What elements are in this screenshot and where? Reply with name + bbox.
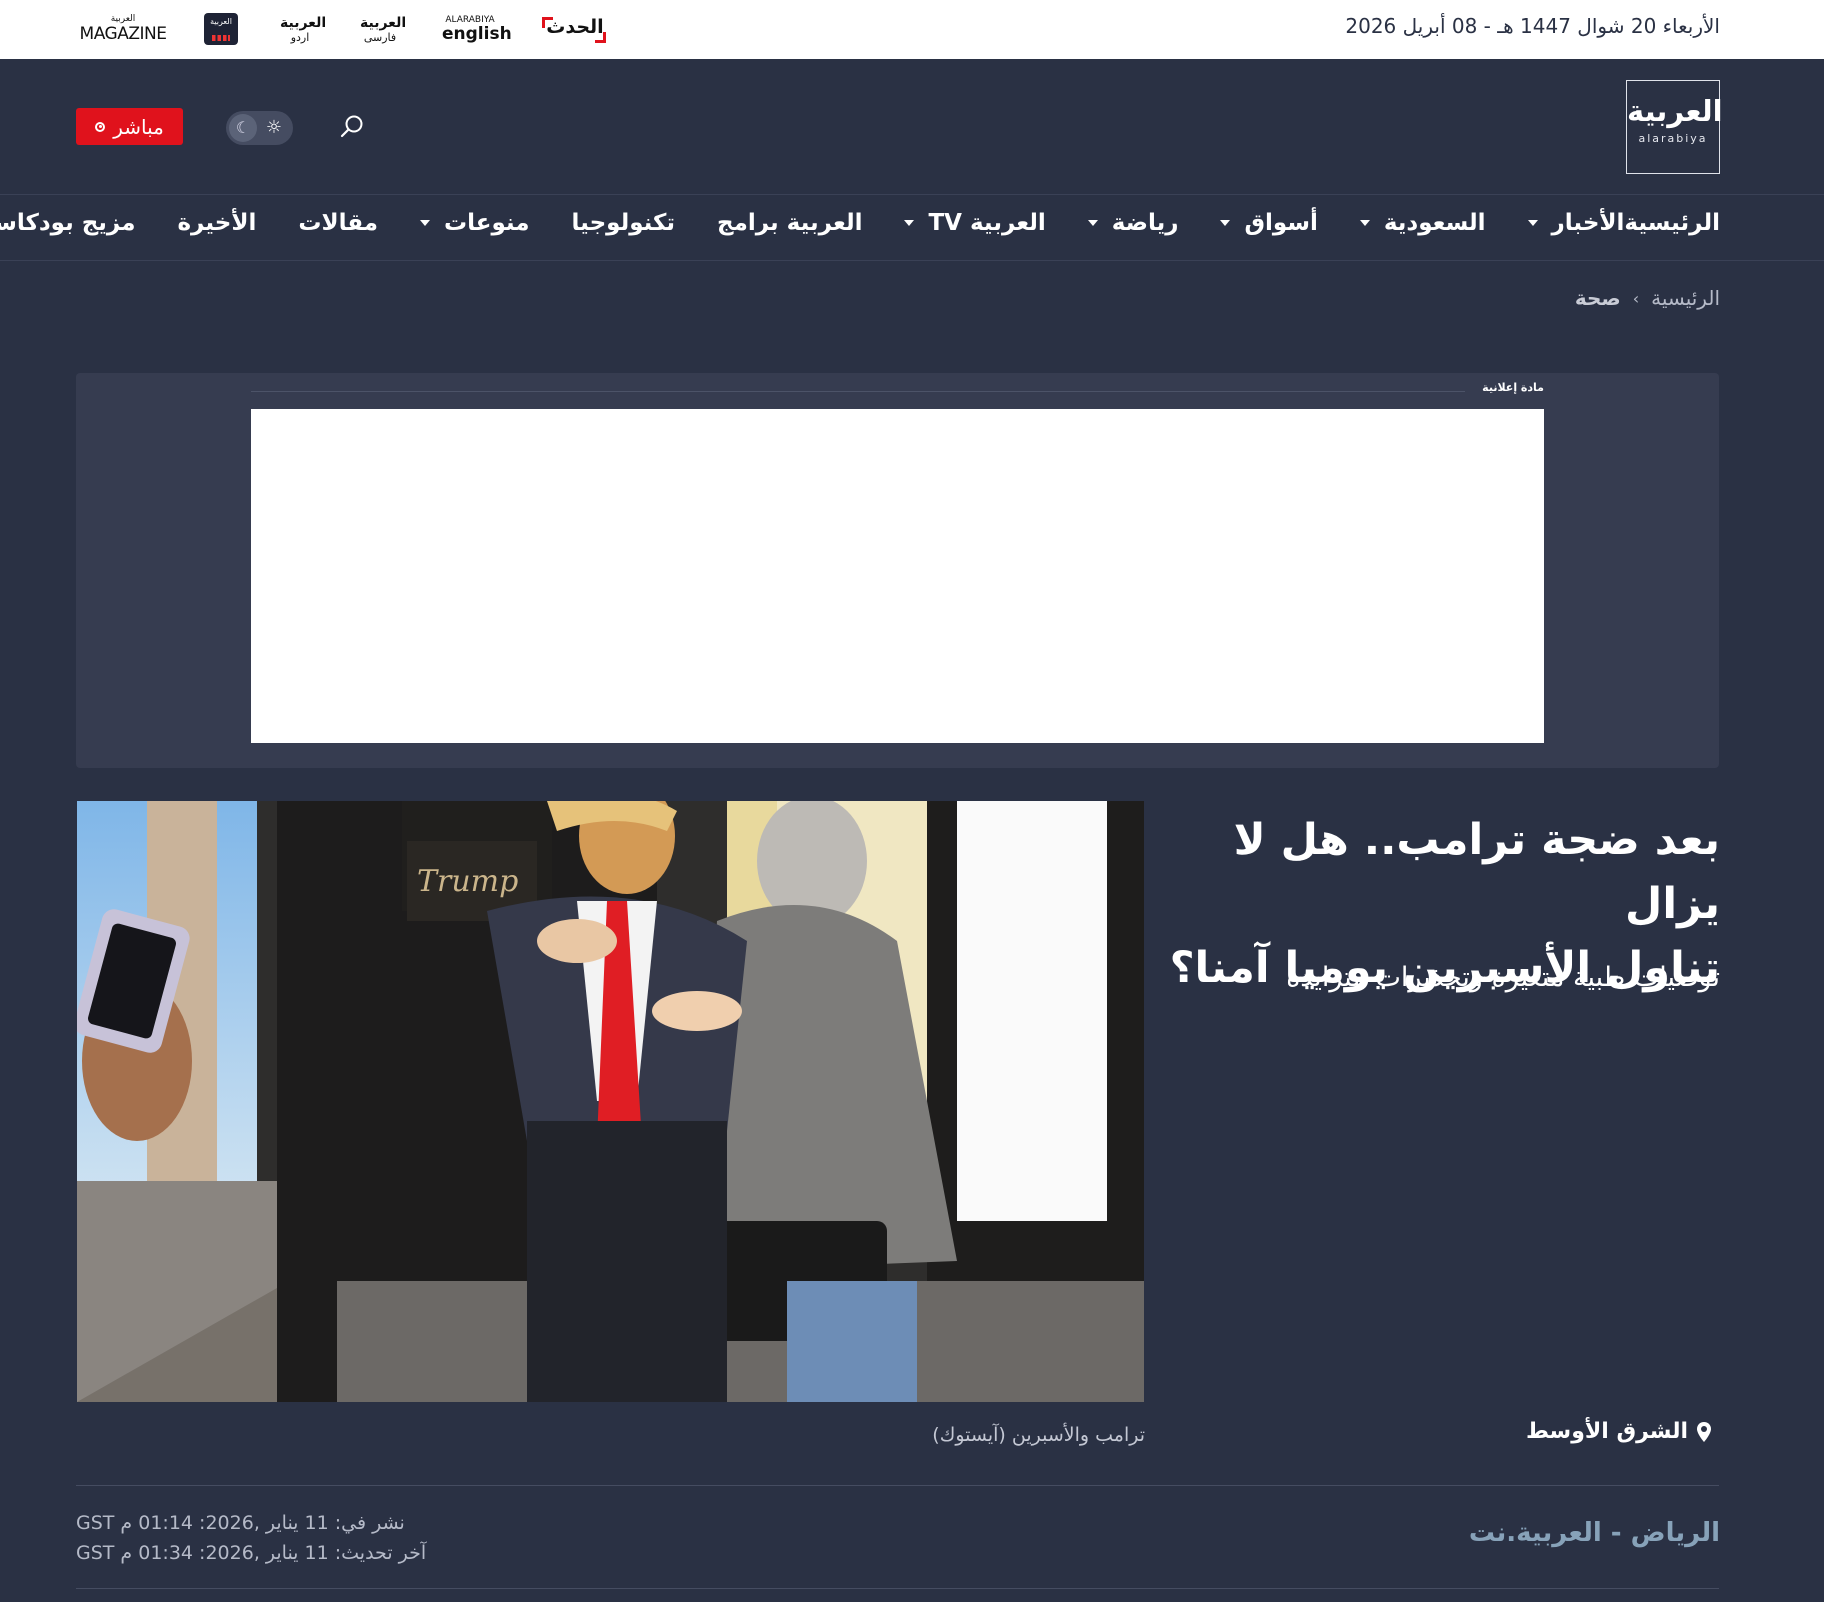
region-label: الشرق الأوسط [1526, 1419, 1688, 1444]
logo-arabic: العربية [1627, 94, 1723, 128]
caret-down-icon[interactable] [1527, 220, 1538, 226]
live-button[interactable]: مباشر [76, 108, 183, 145]
chevron-left-icon: › [1632, 288, 1640, 308]
breadcrumb-home[interactable]: الرئيسية [1651, 286, 1720, 310]
live-label: مباشر [113, 114, 164, 139]
brand-hadath-label: الحدث [546, 16, 604, 38]
brand-farsi-link[interactable]: العربية فارسی [360, 14, 407, 44]
nav-label: أسواق [1244, 210, 1318, 236]
nav-item-news[interactable]: الأخبار [1527, 210, 1625, 236]
caret-down-icon[interactable] [1359, 220, 1370, 226]
published-time: نشر في: 11 يناير ,2026: 01:14 م GST [76, 1512, 405, 1534]
brand-magazine-small: العربية [110, 14, 136, 24]
location-pin-icon [1697, 1421, 1711, 1442]
divider [76, 1588, 1719, 1589]
nav-label: مزيج بودكاست [0, 210, 136, 236]
nav-item-variety[interactable]: منوعات [420, 210, 530, 236]
brand-magazine-link[interactable]: العربية MAGAZINE [76, 15, 170, 43]
brand-magazine-label: MAGAZINE [79, 24, 167, 44]
theme-toggle[interactable]: ☾ ☼ [226, 111, 293, 145]
updated-time: آخر تحديث: 11 يناير ,2026: 01:34 م GST [76, 1542, 427, 1564]
caret-down-icon[interactable] [1087, 220, 1098, 226]
brand-farsi-label-2: فارسی [363, 30, 397, 44]
nav-label: منوعات [444, 210, 530, 236]
main-nav: الرئيسية الأخبار السعودية أسواق رياضة ال… [0, 196, 1824, 261]
breadcrumb-current[interactable]: صحة [1575, 286, 1621, 310]
ad-label: مادة إعلانية [1482, 381, 1544, 394]
caret-down-icon[interactable] [904, 220, 915, 226]
brand-farsi-label-1: العربية [360, 14, 407, 31]
search-icon[interactable] [339, 113, 365, 139]
nav-item-sports[interactable]: رياضة [1087, 210, 1179, 236]
brand-app-link[interactable]: العربية [204, 13, 238, 45]
nav-item-programs[interactable]: العربية برامج [717, 210, 862, 236]
svg-text:Trump: Trump [417, 864, 518, 899]
brand-hadath-link[interactable]: الحدث [542, 15, 608, 43]
site-logo[interactable]: العربية alarabiya [1626, 80, 1723, 174]
brand-english-label-2: english [442, 23, 512, 44]
brand-urdu-link[interactable]: العربية اردو [280, 14, 327, 44]
breadcrumb: الرئيسية › صحة [1575, 286, 1720, 310]
nav-label: رياضة [1111, 210, 1179, 236]
caret-down-icon[interactable] [1220, 220, 1231, 226]
nav-label: العربية TV [928, 210, 1046, 236]
divider [76, 1485, 1719, 1486]
sister-brands: العربية MAGAZINE العربية العربية اردو ال… [76, 10, 608, 48]
nav-item-tv[interactable]: العربية TV [904, 210, 1046, 236]
broadcast-icon [95, 121, 106, 132]
article-subheadline: توصيات طبية متغيرة وتحذيرات متزايدة [1286, 962, 1720, 993]
caret-down-icon[interactable] [420, 220, 431, 226]
sun-icon: ☼ [265, 117, 283, 138]
article-image[interactable]: Trump [77, 801, 1144, 1402]
nav-item-saudi[interactable]: السعودية [1359, 210, 1486, 236]
nav-item-articles[interactable]: مقالات [298, 210, 378, 236]
ad-divider [251, 391, 1465, 392]
brand-english-link[interactable]: ALARABIYA english [442, 15, 512, 44]
brand-urdu-label-1: العربية [280, 14, 327, 31]
audio-bars-icon [212, 35, 230, 41]
nav-label: العربية برامج [717, 210, 863, 236]
article-dateline: الرياض - العربية.نت [1468, 1518, 1720, 1548]
ad-slot[interactable] [251, 409, 1544, 743]
brand-app-label: العربية [210, 17, 232, 26]
ad-container: مادة إعلانية [76, 373, 1719, 768]
logo-english: alarabiya [1638, 132, 1708, 145]
region-tag[interactable]: الشرق الأوسط [1526, 1419, 1712, 1444]
nav-label: السعودية [1383, 210, 1486, 236]
nav-label: الأخبار [1551, 210, 1625, 236]
moon-icon: ☾ [229, 114, 257, 142]
nav-label: مقالات [298, 210, 379, 236]
nav-item-home[interactable]: الرئيسية [1624, 210, 1720, 236]
nav-item-markets[interactable]: أسواق [1220, 210, 1318, 236]
image-caption: ترامب والأسبرين (آيستوك) [932, 1424, 1145, 1446]
current-date: الأربعاء 20 شوال 1447 هـ - 08 أبريل 2026 [1345, 14, 1720, 38]
article-photo-illustration: Trump [77, 801, 1144, 1402]
nav-label: الرئيسية [1624, 210, 1720, 236]
nav-item-latest[interactable]: الأخيرة [177, 210, 256, 236]
nav-item-technology[interactable]: تكنولوجيا [572, 210, 675, 236]
brand-urdu-label-2: اردو [290, 30, 310, 44]
nav-label: الأخيرة [177, 210, 257, 236]
nav-label: تكنولوجيا [571, 210, 676, 236]
top-bar: الأربعاء 20 شوال 1447 هـ - 08 أبريل 2026… [0, 0, 1824, 59]
headline-line-1: بعد ضجة ترامب.. هل لا يزال [1233, 815, 1720, 929]
nav-item-podcast[interactable]: مزيج بودكاست [0, 210, 135, 236]
site-header: العربية alarabiya ☾ ☼ مباشر [0, 59, 1824, 195]
article-timestamps: نشر في: 11 يناير ,2026: 01:14 م GST آخر … [76, 1508, 426, 1568]
